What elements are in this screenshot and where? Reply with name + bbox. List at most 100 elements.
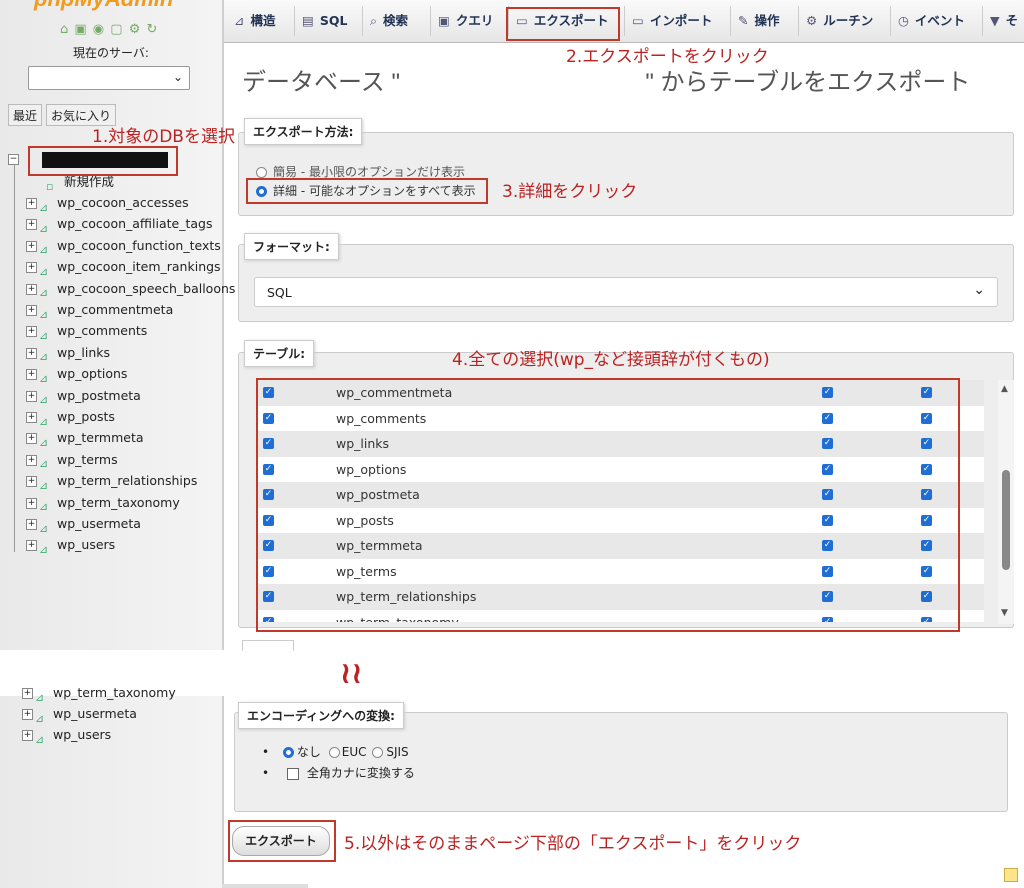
sidebar-table-item[interactable]: + ⊿ wp_users	[22, 725, 112, 746]
sidebar-table-item[interactable]: + ⊿ wp_cocoon_affiliate_tags	[26, 214, 212, 235]
sidebar-table-item[interactable]: + ⊿ wp_terms	[26, 450, 118, 470]
tab-operations[interactable]: ✎ 操作	[738, 6, 780, 36]
expand-icon[interactable]: +	[26, 476, 37, 488]
table-icon: ⊿	[39, 243, 49, 257]
sidebar-table-label: wp_cocoon_speech_balloons	[57, 280, 236, 296]
sidebar-icon-row[interactable]: ⌂ ▣ ◉ ▢ ⚙ ↻	[60, 22, 158, 37]
encoding-sjis-radio[interactable]	[372, 747, 384, 758]
kana-option[interactable]: • 全角カナに変換する	[262, 764, 415, 781]
scroll-down-icon[interactable]: ▼	[1001, 608, 1008, 618]
radio-quick-icon[interactable]	[256, 167, 267, 178]
sidebar-table-item[interactable]: + ⊿ wp_term_taxonomy	[22, 683, 176, 704]
expand-icon[interactable]: +	[26, 412, 37, 423]
table-icon: ⊿	[39, 457, 49, 471]
expand-icon[interactable]: +	[26, 369, 37, 381]
page-title-left: データベース "	[242, 69, 400, 96]
tab-search[interactable]: ⌕ 検索	[370, 6, 408, 36]
sidebar-table-item[interactable]: + ⊿ wp_postmeta	[26, 386, 141, 406]
expand-icon[interactable]: +	[26, 305, 37, 316]
expand-icon[interactable]: +	[26, 198, 37, 209]
encoding-sjis-label: SJIS	[386, 745, 409, 759]
sidebar-table-item[interactable]: + ⊿ wp_users	[26, 535, 115, 556]
table-icon: ⊿	[39, 328, 49, 342]
tab-more[interactable]: ▼ そ	[990, 6, 1018, 36]
sidebar-table-item[interactable]: + ⊿ wp_cocoon_function_texts	[26, 236, 221, 256]
tab-separator	[890, 6, 891, 36]
annotation-box-export-tab	[506, 7, 620, 41]
expand-icon[interactable]: +	[26, 390, 37, 402]
kana-checkbox[interactable]	[286, 767, 299, 780]
collapse-db-icon[interactable]: −	[8, 154, 19, 165]
sidebar-table-item[interactable]: + ⊿ wp_commentmeta	[26, 300, 173, 321]
tab-sql[interactable]: ▤ SQL	[302, 6, 347, 36]
tab-events[interactable]: ◷ イベント	[898, 6, 965, 36]
expand-icon[interactable]: +	[26, 326, 37, 338]
tab-label: ルーチン	[823, 13, 874, 28]
routines-icon: ⚙	[806, 13, 818, 28]
scroll-thumb[interactable]	[1002, 470, 1010, 570]
expand-icon[interactable]: +	[26, 219, 37, 231]
annotation-1: 1.対象のDBを選択	[92, 127, 235, 147]
server-select[interactable]: ⌄	[28, 66, 190, 90]
sidebar-table-label: wp_cocoon_item_rankings	[57, 259, 221, 275]
scroll-up-icon[interactable]: ▲	[1001, 384, 1008, 394]
expand-icon[interactable]: +	[26, 433, 37, 445]
expand-icon[interactable]: +	[26, 519, 37, 530]
sidebar-table-item[interactable]: + ⊿ wp_cocoon_speech_balloons	[26, 279, 235, 299]
encoding-none-radio[interactable]	[282, 747, 294, 758]
expand-icon[interactable]: +	[26, 262, 37, 274]
expand-icon[interactable]: +	[26, 454, 37, 466]
expand-icon[interactable]: +	[26, 240, 37, 252]
sidebar-table-label: wp_usermeta	[53, 706, 137, 721]
sidebar-table-item[interactable]: + ⊿ wp_usermeta	[22, 704, 137, 725]
expand-icon[interactable]: +	[26, 540, 37, 552]
expand-icon[interactable]: +	[22, 709, 33, 720]
tables-scrollbar[interactable]: ▲ ▼	[998, 380, 1014, 624]
sidebar-table-item[interactable]: + ⊿ wp_comments	[26, 321, 148, 342]
bullet: •	[262, 745, 270, 759]
sidebar-table-label: wp_cocoon_function_texts	[57, 237, 221, 253]
encoding-euc-radio[interactable]	[328, 747, 340, 758]
expand-icon[interactable]: +	[22, 730, 33, 741]
sidebar-table-item[interactable]: + ⊿ wp_term_taxonomy	[26, 493, 180, 513]
phpmyadmin-logo[interactable]: phpMyAdmin	[34, 0, 173, 12]
search-icon: ⌕	[370, 13, 378, 28]
sidebar-table-item[interactable]: + ⊿ wp_posts	[26, 407, 115, 428]
export-method-legend: エクスポート方法:	[244, 118, 363, 145]
tab-label: 検索	[383, 13, 409, 28]
sidebar-table-item[interactable]: + ⊿ wp_cocoon_item_rankings	[26, 257, 221, 278]
sidebar-table-label: wp_terms	[57, 451, 118, 467]
tab-query[interactable]: ▣ クエリ	[438, 6, 493, 36]
events-icon: ◷	[898, 13, 909, 28]
expand-icon[interactable]: +	[26, 347, 37, 359]
tab-label: インポート	[649, 13, 713, 28]
table-icon: ⊿	[39, 435, 49, 449]
console-icon[interactable]	[1004, 868, 1018, 882]
format-select-value: SQL	[267, 285, 292, 300]
format-select[interactable]: SQL ⌄	[254, 277, 998, 307]
cut-legend-fragment	[242, 640, 294, 651]
tab-import[interactable]: ▭ インポート	[632, 6, 712, 36]
kana-label: 全角カナに変換する	[306, 766, 415, 780]
sidebar-table-label: wp_links	[57, 344, 111, 360]
sidebar-table-label: wp_comments	[57, 323, 148, 339]
sidebar-table-label: wp_users	[53, 727, 112, 742]
tab-label: そ	[1005, 13, 1019, 28]
sidebar-table-item[interactable]: + ⊿ wp_links	[26, 343, 110, 363]
sidebar-table-item[interactable]: + ⊿ wp_term_relationships	[26, 471, 197, 492]
expand-icon[interactable]: +	[26, 283, 37, 295]
sidebar-table-item[interactable]: + ⊿ wp_options	[26, 364, 127, 385]
bottom-scrollbar[interactable]	[222, 884, 308, 888]
sidebar-table-item[interactable]: + ⊿ wp_cocoon_accesses	[26, 193, 189, 214]
tab-structure[interactable]: ⊿ 構造	[234, 6, 276, 36]
expand-icon[interactable]: +	[26, 497, 37, 509]
sidebar-table-item[interactable]: + ⊿ wp_usermeta	[26, 514, 141, 535]
tab-routines[interactable]: ⚙ ルーチン	[806, 6, 873, 36]
expand-icon[interactable]: +	[22, 688, 33, 699]
recent-button[interactable]: 最近	[8, 104, 43, 126]
sql-icon: ▤	[302, 13, 314, 28]
tab-label: 構造	[250, 13, 276, 28]
table-icon: ⊿	[39, 350, 49, 364]
sidebar-table-item[interactable]: + ⊿ wp_termmeta	[26, 428, 144, 449]
annotation-box-tables	[256, 378, 960, 632]
